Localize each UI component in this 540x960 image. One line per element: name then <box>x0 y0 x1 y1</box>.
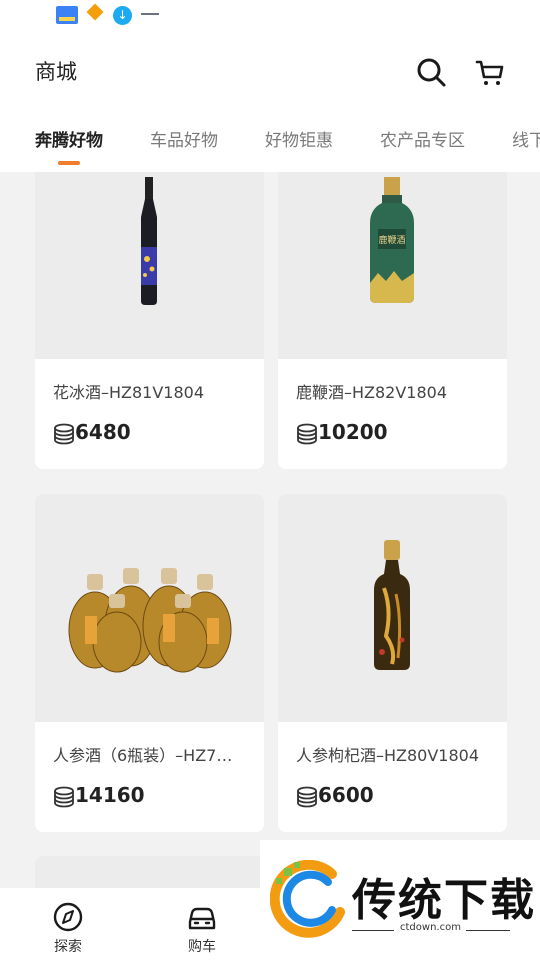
compass-icon <box>53 902 83 932</box>
nav-explore[interactable]: 探索 <box>38 902 98 955</box>
tab-xianxia[interactable]: 线下 <box>512 126 540 151</box>
site-watermark: 传统下载 ctdown.com <box>260 840 540 960</box>
category-tabs: 奔腾好物 车品好物 好物钜惠 农产品专区 线下 <box>0 108 540 172</box>
app-notification-icon <box>86 6 104 24</box>
search-icon <box>417 58 446 87</box>
product-card[interactable]: 花冰酒–HZ81V1804 6480 <box>35 172 264 469</box>
page-header: 商城 <box>0 34 540 108</box>
liquor-bottle-image: 鹿鞭酒 <box>370 177 414 303</box>
cart-icon <box>475 60 504 85</box>
watermark-logo-icon <box>270 860 345 938</box>
app-notification-icon <box>56 6 78 24</box>
product-image <box>35 172 264 359</box>
price-value: 6600 <box>318 783 374 807</box>
cart-button[interactable] <box>472 54 508 90</box>
download-icon: ↓ <box>113 6 132 25</box>
wine-bottle-image <box>141 177 157 305</box>
page-title: 商城 <box>35 60 77 84</box>
product-image <box>278 494 507 722</box>
product-image: 鹿鞭酒 <box>278 172 507 359</box>
ginseng-wine-set-image <box>68 568 232 673</box>
svg-text:鹿鞭酒: 鹿鞭酒 <box>378 234 405 246</box>
nav-label: 购车 <box>188 939 216 955</box>
coin-icon <box>297 423 317 445</box>
search-button[interactable] <box>414 54 450 90</box>
tab-chepin-haowu[interactable]: 车品好物 <box>150 126 218 151</box>
price-value: 6480 <box>75 420 131 444</box>
nav-label: 探索 <box>54 939 82 955</box>
tab-benteng-haowu[interactable]: 奔腾好物 <box>35 126 103 151</box>
product-card[interactable]: 人参酒（6瓶装）–HZ7… 14160 <box>35 494 264 832</box>
tab-haowu-juhui[interactable]: 好物钜惠 <box>265 126 333 151</box>
product-image <box>35 494 264 722</box>
coin-icon <box>54 423 74 445</box>
nav-buy-car[interactable]: 购车 <box>172 902 232 955</box>
coin-icon <box>297 786 317 808</box>
divider <box>352 930 394 931</box>
product-card[interactable] <box>35 856 264 888</box>
watermark-url: ctdown.com <box>400 922 461 933</box>
divider <box>466 930 510 931</box>
active-tab-indicator <box>58 161 80 165</box>
product-grid: 花冰酒–HZ81V1804 6480 鹿鞭酒 鹿鞭酒–HZ82V1804 102… <box>0 172 540 888</box>
car-icon <box>188 907 216 930</box>
product-name: 花冰酒–HZ81V1804 <box>53 383 205 402</box>
product-card[interactable]: 鹿鞭酒 鹿鞭酒–HZ82V1804 10200 <box>278 172 507 469</box>
product-name: 人参枸杞酒–HZ80V1804 <box>296 746 480 765</box>
tab-nongchanpin[interactable]: 农产品专区 <box>380 126 465 151</box>
app-notification-icon <box>141 10 159 18</box>
product-name: 人参酒（6瓶装）–HZ7… <box>53 746 233 765</box>
coin-icon <box>54 786 74 808</box>
product-name: 鹿鞭酒–HZ82V1804 <box>296 383 448 402</box>
status-bar: ↓ <box>0 0 540 34</box>
ginseng-goji-wine-image <box>374 540 410 670</box>
price-value: 10200 <box>318 420 388 444</box>
product-card[interactable]: 人参枸杞酒–HZ80V1804 6600 <box>278 494 507 832</box>
product-image <box>35 856 264 888</box>
watermark-title: 传统下载 <box>352 875 536 926</box>
price-value: 14160 <box>75 783 145 807</box>
